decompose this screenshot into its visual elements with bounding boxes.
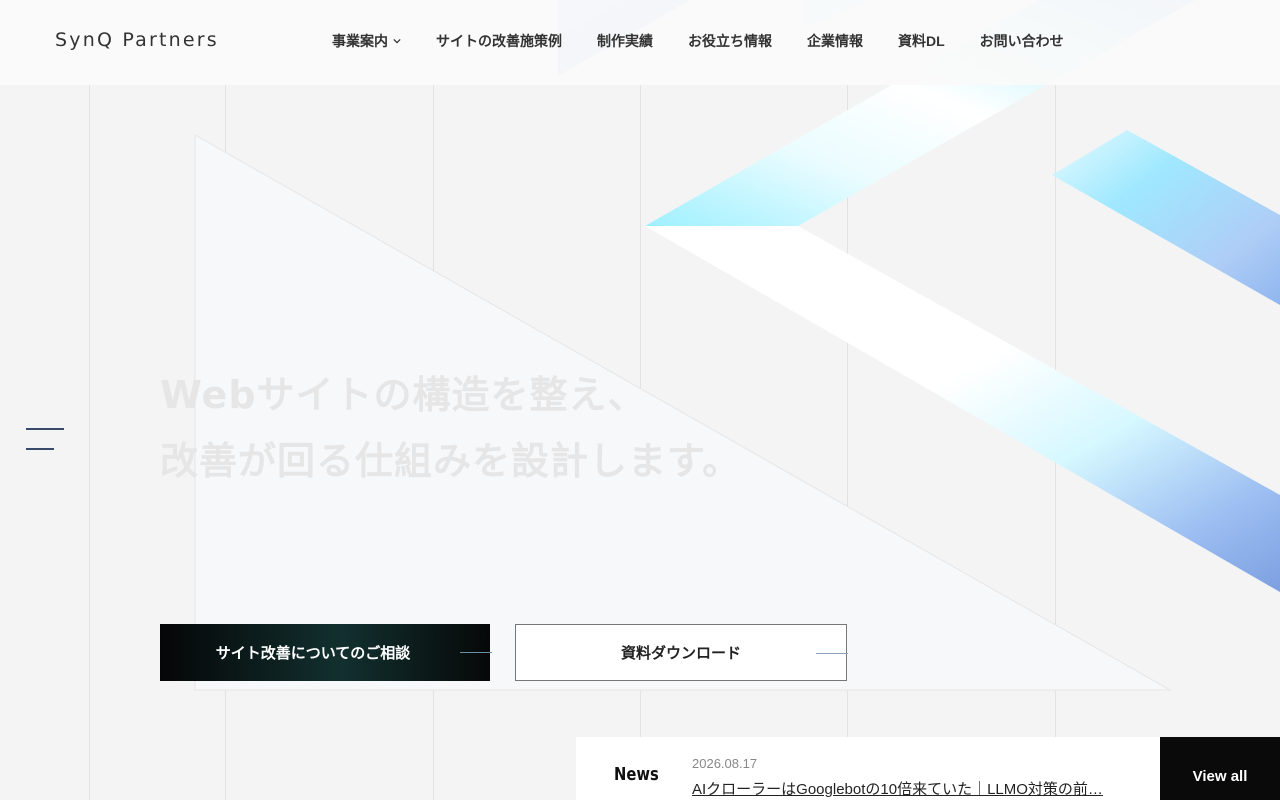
hero-headline-line2: 改善が回る仕組みを設計します。 (160, 439, 742, 483)
nav-item-label: お役立ち情報 (688, 33, 772, 49)
brand-logo[interactable]: SynQ Partners (55, 29, 219, 51)
consult-button-label: サイト改善についてのご相談 (215, 645, 411, 662)
consult-button[interactable]: サイト改善についてのご相談 (160, 624, 492, 681)
download-button[interactable]: 資料ダウンロード (515, 624, 848, 681)
view-all-button[interactable]: View all (1160, 737, 1280, 800)
nav-item-label: 事業案内 (332, 33, 388, 49)
nav-item-works[interactable]: 制作実績 (597, 31, 653, 51)
news-bar: News 2026.08.17 AIクローラーはGooglebotの10倍来てい… (576, 737, 1160, 800)
nav-item-label: 資料DL (898, 33, 945, 49)
news-heading: News (614, 764, 659, 785)
chevron-down-icon (393, 38, 401, 44)
right-chevron (1052, 130, 1280, 305)
download-button-label: 資料ダウンロード (620, 645, 741, 662)
news-headline-link[interactable]: AIクローラーはGooglebotの10倍来ていた｜LLMO対策の前… (692, 778, 1103, 799)
chevron-lower-arm (645, 226, 1280, 592)
arrow-line-icon (816, 653, 848, 654)
view-all-label: View all (1192, 768, 1248, 785)
menu-line (26, 448, 54, 450)
grid-line (1055, 85, 1056, 800)
hamburger-menu-icon[interactable] (26, 428, 66, 454)
hero-headline-line1: Webサイトの構造を整え、 (160, 373, 647, 417)
grid-line (89, 85, 90, 800)
arrow-line-icon (460, 652, 492, 653)
nav-item-label: お問い合わせ (979, 33, 1064, 49)
menu-line (26, 428, 64, 430)
news-date: 2026.08.17 (692, 756, 758, 771)
nav-item-label: 企業情報 (807, 33, 863, 49)
grid-line (847, 85, 848, 800)
nav-item-contact[interactable]: お問い合わせ (980, 31, 1064, 51)
nav-item-resources[interactable]: お役立ち情報 (688, 31, 772, 51)
site-header: SynQ Partners 事業案内 サイトの改善施策例 制作実績 お役立ち情報… (0, 0, 1280, 85)
nav-item-label: サイトの改善施策例 (436, 33, 562, 49)
nav-item-company[interactable]: 企業情報 (807, 31, 863, 51)
nav-item-improvement-cases[interactable]: サイトの改善施策例 (436, 31, 562, 51)
nav-item-download[interactable]: 資料DL (898, 31, 945, 51)
main-nav: 事業案内 サイトの改善施策例 制作実績 お役立ち情報 企業情報 資料DL お問い… (332, 31, 1099, 51)
nav-item-business[interactable]: 事業案内 (332, 31, 401, 51)
nav-item-label: 制作実績 (597, 33, 653, 49)
